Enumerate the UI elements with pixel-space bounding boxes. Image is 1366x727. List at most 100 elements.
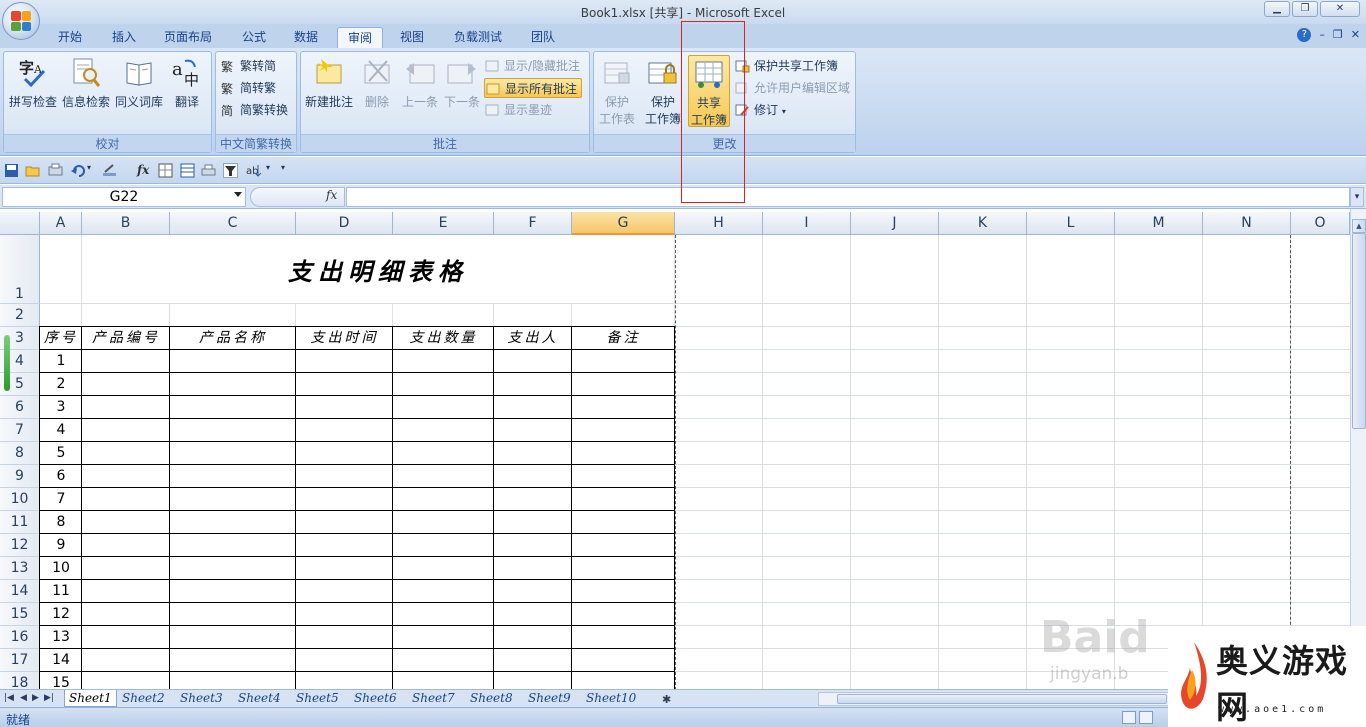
column-header-h[interactable]: H bbox=[675, 212, 763, 235]
column-header-j[interactable]: J bbox=[851, 212, 939, 235]
column-header-i[interactable]: I bbox=[763, 212, 851, 235]
row-header-7[interactable]: 7 bbox=[0, 419, 40, 442]
row-header-8[interactable]: 8 bbox=[0, 442, 40, 465]
undo-icon[interactable] bbox=[70, 163, 85, 178]
format-painter-icon[interactable] bbox=[102, 163, 117, 178]
thesaurus-button[interactable]: 同义词库 bbox=[113, 55, 165, 110]
row-header-11[interactable]: 11 bbox=[0, 511, 40, 534]
tab-load-test[interactable]: 负载测试 bbox=[450, 27, 506, 48]
select-all-button[interactable] bbox=[0, 212, 40, 235]
formula-input[interactable] bbox=[346, 187, 1350, 207]
quick-print-icon[interactable] bbox=[201, 163, 216, 178]
allow-edit-ranges-button[interactable]: 允许用户编辑区域 bbox=[734, 78, 850, 98]
column-header-o[interactable]: O bbox=[1291, 212, 1350, 235]
row-header-10[interactable]: 10 bbox=[0, 488, 40, 511]
table-header-cell[interactable]: 产品名称 bbox=[170, 327, 296, 350]
column-header-e[interactable]: E bbox=[393, 212, 494, 235]
tab-team[interactable]: 团队 bbox=[527, 27, 559, 48]
insert-function-icon[interactable]: fx bbox=[137, 163, 152, 178]
serial-cell[interactable]: 11 bbox=[40, 580, 82, 603]
next-comment-button[interactable]: 下一条 bbox=[436, 55, 488, 110]
track-changes-button[interactable]: 修订 ▾ bbox=[734, 100, 786, 120]
column-header-d[interactable]: D bbox=[296, 212, 393, 235]
translate-button[interactable]: a中 翻译 bbox=[161, 55, 213, 110]
chinese-conversion-button[interactable]: 简 简繁转换 bbox=[220, 100, 288, 120]
share-workbook-button[interactable]: 共享 工作簿 bbox=[688, 55, 730, 127]
sheet-tab-sheet6[interactable]: Sheet6 bbox=[354, 690, 397, 707]
vertical-scroll-thumb[interactable] bbox=[1352, 233, 1366, 429]
show-all-comments-button[interactable]: 显示所有批注 bbox=[484, 78, 583, 98]
insert-sheet-icon[interactable]: ✱ bbox=[662, 693, 671, 706]
horizontal-scroll-thumb[interactable] bbox=[837, 694, 1167, 704]
show-hide-comment-button[interactable]: 显示/隐藏批注 bbox=[484, 56, 580, 76]
sort-icon[interactable]: ab bbox=[246, 163, 262, 178]
tab-review[interactable]: 审阅 bbox=[337, 27, 383, 48]
serial-cell[interactable]: 15 bbox=[40, 672, 82, 690]
serial-cell[interactable]: 2 bbox=[40, 373, 82, 396]
print-preview-icon[interactable] bbox=[48, 163, 63, 178]
table-header-cell[interactable]: 支出数量 bbox=[393, 327, 494, 350]
sheet-tab-sheet5[interactable]: Sheet5 bbox=[296, 690, 339, 707]
sheet-tab-sheet1[interactable]: Sheet1 bbox=[64, 690, 117, 707]
open-icon[interactable] bbox=[25, 163, 40, 178]
sheet-tab-sheet9[interactable]: Sheet9 bbox=[528, 690, 571, 707]
serial-cell[interactable]: 8 bbox=[40, 511, 82, 534]
serial-cell[interactable]: 7 bbox=[40, 488, 82, 511]
row-header-12[interactable]: 12 bbox=[0, 534, 40, 557]
serial-cell[interactable]: 6 bbox=[40, 465, 82, 488]
page-layout-view-icon[interactable] bbox=[1139, 711, 1153, 724]
column-header-g[interactable]: G bbox=[572, 212, 675, 235]
research-button[interactable]: 信息检索 bbox=[60, 55, 112, 110]
column-header-f[interactable]: F bbox=[494, 212, 572, 235]
restore-button[interactable]: ❐ bbox=[1292, 1, 1318, 17]
column-header-m[interactable]: M bbox=[1115, 212, 1203, 235]
protect-sheet-button[interactable]: 保护 工作表 bbox=[594, 55, 640, 127]
sheet-tab-sheet7[interactable]: Sheet7 bbox=[412, 690, 455, 707]
column-header-a[interactable]: A bbox=[40, 212, 82, 235]
sheet-tab-sheet3[interactable]: Sheet3 bbox=[180, 690, 223, 707]
table-header-cell[interactable]: 支出人 bbox=[494, 327, 572, 350]
filter-icon[interactable] bbox=[223, 163, 238, 178]
column-header-l[interactable]: L bbox=[1027, 212, 1115, 235]
borders-icon[interactable] bbox=[158, 163, 173, 178]
table-header-cell[interactable]: 支出时间 bbox=[296, 327, 393, 350]
ribbon-close-icon[interactable]: ✕ bbox=[1351, 28, 1360, 42]
row-header-17[interactable]: 17 bbox=[0, 649, 40, 672]
tab-formulas[interactable]: 公式 bbox=[238, 27, 270, 48]
insert-function-button[interactable]: fx bbox=[326, 188, 337, 202]
rows-icon[interactable] bbox=[180, 163, 195, 178]
table-header-cell[interactable]: 备注 bbox=[572, 327, 675, 350]
customize-toolbar-icon[interactable]: ▾ bbox=[281, 163, 289, 178]
protect-shared-workbook-button[interactable]: 保护共享工作簿 bbox=[734, 56, 838, 76]
serial-cell[interactable]: 14 bbox=[40, 649, 82, 672]
ribbon-minimize-icon[interactable]: – bbox=[1319, 28, 1325, 42]
first-sheet-icon[interactable]: |◀ bbox=[4, 693, 14, 703]
row-header-14[interactable]: 14 bbox=[0, 580, 40, 603]
row-header-1[interactable]: 1 bbox=[0, 235, 40, 304]
serial-cell[interactable]: 10 bbox=[40, 557, 82, 580]
tab-insert[interactable]: 插入 bbox=[108, 27, 140, 48]
tab-home[interactable]: 开始 bbox=[54, 27, 86, 48]
vertical-scrollbar[interactable]: ▲ ▼ bbox=[1350, 209, 1366, 689]
expand-formula-bar-icon[interactable]: ▾ bbox=[1350, 187, 1364, 207]
table-header-cell[interactable]: 产品编号 bbox=[82, 327, 170, 350]
column-header-c[interactable]: C bbox=[170, 212, 296, 235]
sheet-tab-sheet2[interactable]: Sheet2 bbox=[122, 690, 165, 707]
show-ink-button[interactable]: 显示墨迹 bbox=[484, 100, 552, 120]
table-header-cell[interactable]: 序号 bbox=[40, 327, 82, 350]
serial-cell[interactable]: 3 bbox=[40, 396, 82, 419]
tab-data[interactable]: 数据 bbox=[290, 27, 322, 48]
sheet-tab-sheet10[interactable]: Sheet10 bbox=[586, 690, 636, 707]
row-header-15[interactable]: 15 bbox=[0, 603, 40, 626]
column-header-n[interactable]: N bbox=[1203, 212, 1291, 235]
protect-workbook-button[interactable]: 保护 工作簿 bbox=[640, 55, 686, 127]
office-button[interactable] bbox=[2, 2, 40, 40]
row-header-16[interactable]: 16 bbox=[0, 626, 40, 649]
sheet-tab-sheet4[interactable]: Sheet4 bbox=[238, 690, 281, 707]
serial-cell[interactable]: 12 bbox=[40, 603, 82, 626]
column-header-b[interactable]: B bbox=[82, 212, 170, 235]
new-comment-button[interactable]: 新建批注 bbox=[303, 55, 355, 110]
trad-to-simp-button[interactable]: 繁 繁转简 bbox=[220, 56, 276, 76]
spell-check-button[interactable]: 字A 拼写检查 bbox=[7, 55, 59, 110]
prev-sheet-icon[interactable]: ◀ bbox=[20, 693, 27, 703]
